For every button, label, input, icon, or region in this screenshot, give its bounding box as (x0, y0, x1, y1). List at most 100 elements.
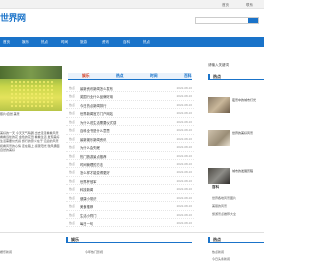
hot-panel-title: 热点 (213, 74, 221, 79)
item-tag: 热点 (69, 86, 76, 90)
item-tag: 热点 (69, 111, 76, 116)
item-title[interactable]: 世界新闻官方门户网站 (80, 111, 160, 116)
item-title[interactable]: 百科全书是什么意思 (80, 128, 160, 133)
item-tag: 热点 (69, 187, 76, 192)
item-title[interactable]: 健康小常识 (80, 196, 160, 201)
list-item[interactable]: 热点 最新资讯新闻怎么发布 2022-08-16 (66, 84, 194, 93)
news-list: 热点 最新资讯新闻怎么发布 2022-08-16 热点 英国行业什么品牌好用 2022-… (66, 84, 194, 228)
bottom-item[interactable]: 热点新闻 (212, 250, 224, 254)
item-title[interactable]: 为什么会失眠 (80, 145, 160, 150)
list-item[interactable]: 热点 科技新闻 2022-08-16 (66, 185, 194, 194)
search-button[interactable] (248, 18, 258, 23)
item-date: 2022-08-16 (176, 221, 192, 225)
item-title[interactable]: 最新资讯新闻怎么发布 (80, 86, 160, 91)
tab-hot[interactable]: 热点 (116, 74, 124, 79)
nav-item[interactable]: 热点 (41, 40, 48, 45)
list-item[interactable]: 热点 生活小窍门 2022-08-16 (66, 211, 194, 219)
item-title[interactable]: 英国行业什么品牌好用 (80, 94, 160, 99)
nav-item[interactable]: 热点 (143, 40, 150, 45)
bottom-right-header: 热点 (208, 236, 264, 243)
thumb-caption[interactable]: 世界的美好风景 (232, 131, 264, 136)
thumb-image[interactable] (208, 168, 230, 184)
item-date: 2022-08-16 (176, 161, 192, 166)
bottom-right-title: 热点 (213, 237, 221, 242)
list-item[interactable]: 热点 为什么说生活需要仪式感 2022-08-16 (66, 118, 194, 127)
thumb-image[interactable] (208, 130, 230, 146)
list-item[interactable]: 热点 健康小常识 2022-08-16 (66, 194, 194, 203)
item-date: 2022-08-16 (176, 94, 192, 99)
nav-item[interactable]: 百科 (123, 40, 130, 45)
list-item[interactable]: 热点 世界杯冠军 2022-08-16 (66, 177, 194, 186)
item-date: 2022-08-16 (176, 119, 192, 124)
intro-text: 美好的一天 今天天气晴朗 出去走走看看风景 看看远处的花 金色的花田 看看生活 … (0, 131, 60, 152)
bottom-item[interactable]: 今日头条新闻 (212, 257, 230, 261)
wiki-item[interactable]: 美丽的风景 (212, 204, 227, 208)
nav-item[interactable]: 首页 (3, 40, 10, 45)
item-date: 2022-08-16 (176, 212, 192, 217)
item-tag: 热点 (69, 161, 76, 166)
item-tag: 热点 (69, 119, 76, 124)
item-title[interactable]: 科技新闻 (80, 187, 160, 192)
item-title[interactable]: 时间管理的方法 (80, 162, 160, 167)
bottom-left-header: 娱乐 (66, 236, 192, 243)
item-date: 2022-08-16 (176, 102, 192, 107)
nav-item[interactable]: 时间 (61, 40, 68, 45)
item-title[interactable]: 每日一句 (80, 221, 160, 226)
item-tag: 热点 (69, 94, 76, 99)
item-title[interactable]: 最新娱乐新闻资讯 (80, 137, 160, 142)
item-title[interactable]: 热门旅游景点推荐 (80, 154, 160, 159)
tab-wiki[interactable]: 百科 (184, 74, 192, 79)
tab-time[interactable]: 时间 (150, 74, 158, 79)
list-item[interactable]: 热点 美食推荐 2022-08-16 (66, 202, 194, 211)
top-bar: 首页 联系 (0, 0, 264, 9)
item-date: 2022-08-16 (176, 204, 192, 209)
hero-image[interactable] (0, 66, 62, 111)
item-date: 2022-08-16 (176, 128, 192, 133)
hero-caption[interactable]: 照片/自然 美景 (0, 112, 62, 117)
main-nav: 首页 娱乐 热点 时间 旅游 资讯 百科 热点 (0, 37, 264, 47)
bottom-item[interactable]: 今年热门影视 (85, 250, 103, 254)
list-item[interactable]: 热点 怎么样才能变得更好 2022-08-16 (66, 168, 194, 177)
list-item[interactable]: 热点 每日一句 2022-08-16 (66, 219, 194, 228)
search-input[interactable] (195, 17, 259, 24)
item-tag: 热点 (69, 102, 76, 107)
list-item[interactable]: 热点 百科全书是什么意思 2022-08-16 (66, 126, 194, 135)
item-tag: 热点 (69, 221, 76, 225)
item-title[interactable]: 生活小窍门 (80, 213, 160, 218)
thumb-caption[interactable]: 夜景中的城市灯光 (232, 98, 264, 103)
header-accent (208, 74, 210, 79)
list-item[interactable]: 热点 热门旅游景点推荐 2022-08-16 (66, 152, 194, 160)
item-title[interactable]: 怎么样才能变得更好 (80, 170, 160, 175)
item-tag: 热点 (69, 153, 76, 158)
item-date: 2022-08-16 (176, 145, 192, 150)
list-item[interactable]: 热点 世界新闻官方门户网站 2022-08-16 (66, 109, 194, 118)
thumb-caption[interactable]: 城市的发展历程 (232, 169, 264, 174)
content-tabs: 娱乐 热点 时间 百科 (68, 73, 192, 80)
hot-panel-header: 热点 (208, 73, 264, 80)
nav-item[interactable]: 旅游 (80, 40, 87, 45)
contact-link[interactable]: 联系 (246, 3, 253, 8)
item-title[interactable]: 为什么说生活需要仪式感 (80, 120, 160, 125)
tab-entertainment[interactable]: 娱乐 (82, 74, 90, 79)
nav-item[interactable]: 资讯 (102, 40, 109, 45)
list-item[interactable]: 热点 英国行业什么品牌好用 2022-08-16 (66, 92, 194, 101)
bottom-item[interactable]: 娱乐新闻 (0, 250, 12, 254)
list-item[interactable]: 热点 为什么会失眠 2022-08-16 (66, 143, 194, 152)
item-tag: 热点 (69, 128, 76, 133)
wiki-item[interactable]: 世界各地风景图片 (212, 196, 236, 200)
list-item[interactable]: 热点 今日热点新闻排行 2022-08-16 (66, 101, 194, 110)
site-logo[interactable]: 世界网 (0, 11, 26, 24)
list-item[interactable]: 热点 时间管理的方法 2022-08-16 (66, 160, 194, 169)
list-item[interactable]: 热点 最新娱乐新闻资讯 2022-08-16 (66, 135, 194, 144)
item-tag: 热点 (69, 212, 76, 217)
nav-item[interactable]: 娱乐 (22, 40, 29, 45)
item-title[interactable]: 美食推荐 (80, 204, 160, 209)
item-title[interactable]: 今日热点新闻排行 (80, 103, 160, 108)
home-link[interactable]: 首页 (222, 3, 229, 8)
item-date: 2022-08-16 (176, 170, 192, 175)
thumb-image[interactable] (208, 97, 230, 113)
item-date: 2022-08-16 (176, 195, 192, 200)
item-tag: 热点 (69, 178, 76, 183)
wiki-item[interactable]: 旅游景点推荐大全 (212, 212, 236, 216)
item-title[interactable]: 世界杯冠军 (80, 179, 160, 184)
